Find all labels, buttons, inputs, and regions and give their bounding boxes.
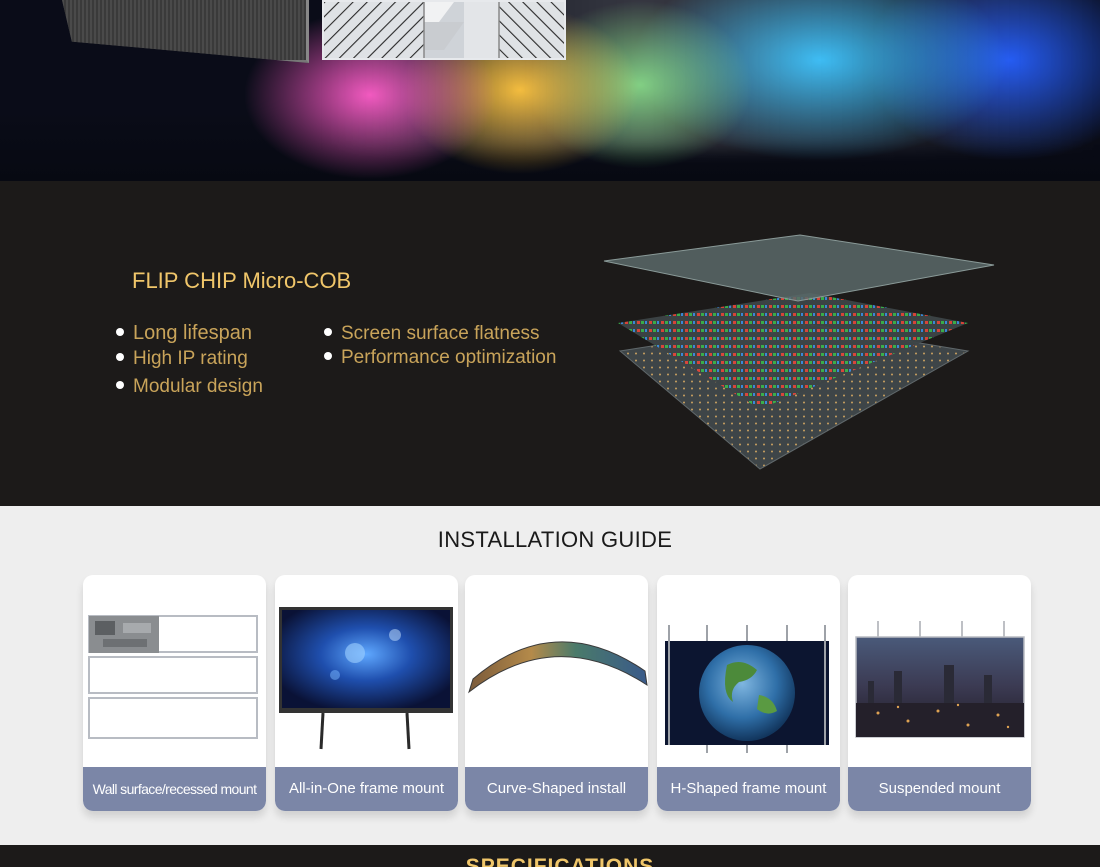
bullet-performance: Performance optimization: [324, 346, 556, 370]
panel-frame-lines: [324, 2, 564, 58]
curve-screen-image: [468, 641, 648, 694]
install-card-label: H-Shaped frame mount: [657, 767, 840, 811]
install-card-label: Suspended mount: [848, 767, 1031, 811]
installation-guide-section: INSTALLATION GUIDE Wall surface/recessed…: [0, 506, 1100, 845]
bullet-high-ip-rating: High IP rating: [116, 347, 248, 371]
bullet-long-lifespan: Long lifespan: [116, 321, 252, 345]
bullet-dot-icon: [116, 327, 124, 336]
hero-banner: [0, 0, 1100, 181]
install-card-label: Curve-Shaped install: [465, 767, 648, 811]
bullet-dot-icon: [116, 352, 124, 361]
flip-chip-section: FLIP CHIP Micro-COB Long lifespan High I…: [0, 181, 1100, 506]
install-card-label: Wall surface/recessed mount: [83, 767, 266, 811]
all-in-one-screen-image: [279, 607, 453, 750]
install-card-suspended[interactable]: Suspended mount: [848, 575, 1031, 811]
specifications-title: SPECIFICATIONS: [465, 855, 655, 867]
install-card-h-shaped[interactable]: H-Shaped frame mount: [657, 575, 840, 811]
specifications-section: SPECIFICATIONS: [0, 845, 1100, 867]
install-card-label: All-in-One frame mount: [275, 767, 458, 811]
suspended-screen-image: [855, 621, 1025, 738]
bullet-dot-icon: [324, 351, 332, 360]
led-panel-frame-image: [322, 0, 566, 60]
h-shaped-frame-image: [665, 625, 829, 753]
install-card-all-in-one[interactable]: All-in-One frame mount: [275, 575, 458, 811]
bullet-modular-design: Modular design: [116, 375, 263, 399]
feature-title: FLIP CHIP Micro-COB: [132, 268, 352, 293]
bullet-dot-icon: [324, 327, 332, 336]
install-card-wall[interactable]: Wall surface/recessed mount: [83, 575, 266, 811]
wall-mount-image: [88, 615, 258, 739]
install-card-curve[interactable]: Curve-Shaped install: [465, 575, 648, 811]
bullet-dot-icon: [116, 380, 124, 389]
bullet-surface-flatness: Screen surface flatness: [324, 322, 540, 346]
cob-layer-diagram-image: [603, 234, 995, 470]
installation-guide-title: INSTALLATION GUIDE: [437, 527, 673, 552]
